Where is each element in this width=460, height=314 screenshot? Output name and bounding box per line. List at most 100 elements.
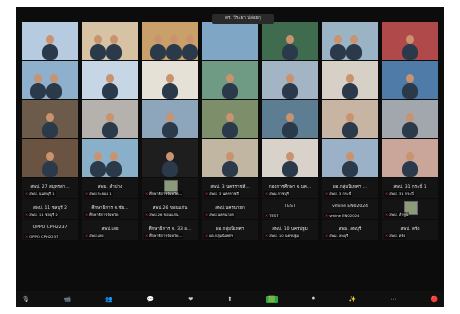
participant-tile[interactable]: OPPO CPH2237 ✕OPPO CPH2237 (22, 220, 78, 240)
participant-tile[interactable]: ✕ศึกษาธิการจังหวัด... (142, 178, 198, 198)
record-icon[interactable]: ⏺ (312, 295, 315, 303)
video-tile[interactable] (322, 22, 378, 60)
participant-tile[interactable]: กองการศึกษา จ.นค... ✕สพม.ราชบุรี (262, 178, 318, 198)
chat-icon[interactable]: 💬 (147, 296, 154, 303)
video-tile[interactable] (202, 22, 258, 60)
participants-icon[interactable]: 👥 (105, 296, 112, 303)
video-tile[interactable] (202, 139, 258, 177)
mic-muted-icon: ✕ (145, 212, 149, 217)
mic-muted-icon: ✕ (325, 213, 329, 218)
participant-head (46, 113, 54, 122)
share-icon[interactable]: ⬆ (227, 296, 232, 303)
participant-tile[interactable]: ศึกษาธิการ จ. 33 อ... ✕ศึกษาธิการจังหวัด.… (142, 220, 198, 240)
participant-figure (42, 161, 58, 177)
video-tile[interactable] (22, 61, 78, 99)
participant-label-text: สพป. ตรัง (389, 233, 406, 238)
participant-head (346, 152, 354, 161)
mic-muted-icon: ✕ (385, 233, 389, 238)
participant-tile[interactable]: สพป. 31 กระบี่ 1 ✕สพป. 31 กระบี่ (382, 178, 438, 198)
video-tile[interactable] (322, 61, 378, 99)
video-tile[interactable] (22, 139, 78, 177)
video-tile[interactable] (262, 139, 318, 177)
participant-label-text: vmine EN02024 (329, 213, 360, 218)
meeting-toolbar: 🎙 📹 👥 💬 ❤ ⬆ 🟩 ⏺ ✨ ⋯ 🔴 (16, 291, 444, 307)
participant-tile[interactable]: สพป. 11 ชลบุรี 2 ✕สพป. 11 ชลบุรี 2 (22, 199, 78, 219)
participant-head (226, 113, 234, 122)
participant-label: ✕OPPO CPH2237 (24, 234, 60, 239)
participant-tile[interactable]: สพป.เลย ✕สพป.เลย (82, 220, 138, 240)
participant-tile[interactable]: ผอ.กลุ่มนิเทศฯ ✕ผอ.กลุ่มนิเทศฯ (202, 220, 258, 240)
mic-muted-icon: ✕ (85, 212, 89, 217)
participant-head (346, 113, 354, 122)
participant-label: ✕สพป. 3 กระบี่ (324, 191, 353, 197)
camera-icon[interactable]: 📹 (64, 296, 71, 303)
participant-head (46, 152, 54, 161)
participant-figure (42, 122, 58, 138)
video-tile[interactable] (202, 61, 258, 99)
participant-tile[interactable]: ศึกษาธิการ จ.ชัย... ✕ศึกษาธิการจังหวัด (82, 199, 138, 219)
participant-tile[interactable]: ผอ.กลุ่มนิเทศฯ ... ✕สพป. 3 กระบี่ (322, 178, 378, 198)
participant-label-text: สพป.ระยอง 1 (89, 191, 112, 196)
video-tile[interactable] (22, 22, 78, 60)
mic-muted-icon: ✕ (325, 191, 329, 196)
participant-figure (166, 44, 182, 60)
participant-head (286, 35, 294, 44)
video-tile[interactable] (382, 100, 438, 138)
participant-tile[interactable]: ✕สพป. ลำพูน (382, 199, 438, 219)
video-tile[interactable] (382, 61, 438, 99)
effects-icon[interactable]: ✨ (349, 296, 356, 303)
participant-tile[interactable]: สพป. 27 สมุทรสา... ✕สพป. นนทบุรี 1 (22, 178, 78, 198)
participant-figure (106, 44, 122, 60)
participant-figure (342, 83, 358, 99)
video-tile[interactable] (142, 139, 198, 177)
participant-figure (402, 44, 418, 60)
participant-label-text: สพป. 10 นครปฐม (269, 233, 300, 238)
mic-muted-icon: ✕ (25, 234, 29, 239)
more-icon[interactable]: ⋯ (390, 296, 396, 303)
active-speaker-label: ดร. วีระยา ปล่อยกุ (212, 14, 274, 24)
participant-tile[interactable]: สพป. 3 นครราชสี... ✕สพป. 3 นครราชสี (202, 178, 258, 198)
video-tile[interactable] (262, 22, 318, 60)
video-tile[interactable] (322, 100, 378, 138)
participant-tile[interactable]: สพม. ลพบุรี ✕สพม. ลพบุรี (322, 220, 378, 240)
participant-tile[interactable]: TEST ✕TEST (262, 199, 318, 219)
participant-name: TEST (284, 204, 296, 209)
video-tile[interactable] (322, 139, 378, 177)
mic-muted-icon: ✕ (25, 212, 29, 217)
video-tile[interactable] (142, 22, 198, 60)
mic-muted-icon: ✕ (25, 191, 29, 196)
video-tile[interactable] (22, 100, 78, 138)
participant-name: vmine EN02024 (332, 204, 368, 209)
participant-tile[interactable]: vmine EN02024 ✕vmine EN02024 (322, 199, 378, 219)
video-tile[interactable] (262, 61, 318, 99)
video-tile[interactable] (382, 139, 438, 177)
mic-icon[interactable]: 🎙 (22, 296, 30, 303)
video-tile[interactable] (202, 100, 258, 138)
participant-name: กองการศึกษา จ.นค... (268, 185, 312, 190)
video-tile[interactable] (262, 100, 318, 138)
participant-tile[interactable]: สพม. ลำปาง ✕สพป.ระยอง 1 (82, 178, 138, 198)
video-tile[interactable] (82, 100, 138, 138)
participant-name: ศึกษาธิการ จ.ชัย... (91, 206, 129, 211)
participant-label-text: สพป. 3 กระบี่ (329, 191, 352, 196)
leave-icon[interactable]: 🔴 (430, 296, 437, 303)
video-tile[interactable] (142, 61, 198, 99)
participant-label: ✕สพม. ลพบุรี (324, 233, 350, 239)
participant-tile[interactable]: สพป.26 ขอนแก่น ✕สพป.26 ขอนแก่น (142, 199, 198, 219)
participant-figure (342, 161, 358, 177)
participant-label: ✕สพป. 11 ชลบุรี 2 (24, 212, 59, 218)
share-screen-icon[interactable]: 🟩 (266, 295, 278, 303)
participant-tile[interactable]: สพป. ตรัง ✕สพป. ตรัง (382, 220, 438, 240)
video-tile[interactable] (82, 22, 138, 60)
video-tile[interactable] (382, 22, 438, 60)
participant-tile[interactable]: สพป.นครนายก ✕สพป.นครนายก (202, 199, 258, 219)
participant-name: สพป.เลย (101, 227, 119, 232)
participant-label: ✕สพป.เลย (84, 233, 105, 239)
react-icon[interactable]: ❤ (188, 296, 193, 303)
video-tile[interactable] (142, 100, 198, 138)
participant-head (226, 74, 234, 83)
video-tile[interactable] (82, 139, 138, 177)
participant-tile[interactable]: สพป. 10 นครปฐม ✕สพป. 10 นครปฐม (262, 220, 318, 240)
mic-muted-icon: ✕ (145, 233, 149, 238)
video-tile[interactable] (82, 61, 138, 99)
